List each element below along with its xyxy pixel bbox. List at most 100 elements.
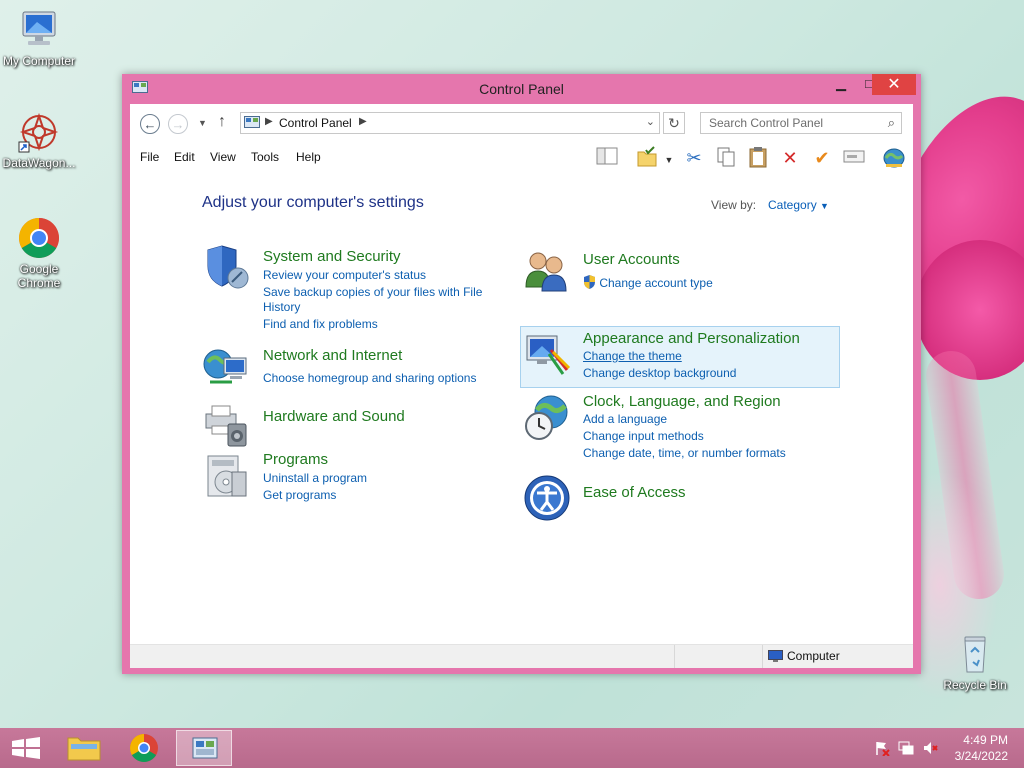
chevron-down-icon: ▼ [198,118,207,128]
desktop-icon-label: Google Chrome [17,262,61,290]
window-titlebar[interactable]: Control Panel ▁ □ ✕ [122,74,921,104]
clock-date: 3/24/2022 [954,749,1008,763]
category-appearance-and-personalization[interactable]: Appearance and Personalization [583,330,800,347]
address-dropdown-icon[interactable]: ⌄ [646,115,655,128]
breadcrumb-separator-icon[interactable]: ▶ [265,116,273,127]
taskbar-chrome[interactable] [116,730,172,766]
up-button[interactable]: ↑ [218,113,226,131]
menu-file[interactable]: File [140,150,159,164]
breadcrumb-separator-icon[interactable]: ▶ [359,116,367,127]
page-heading: Adjust your computer's settings [202,194,424,211]
category-programs[interactable]: Programs [263,451,328,468]
link-homegroup-sharing[interactable]: Choose homegroup and sharing options [263,371,476,385]
taskbar: 4:49 PM 3/24/2022 [0,728,1024,768]
minimize-icon: ▁ [836,76,846,91]
shield-icon[interactable] [202,244,250,292]
recent-locations-dropdown[interactable]: ▼ [198,118,207,128]
view-by-dropdown[interactable]: Category ▼ [768,198,829,212]
search-icon: ⌕ [887,115,895,130]
cut-button[interactable]: ✂ [682,146,706,170]
delete-x-icon: ✕ [782,148,798,168]
category-network-and-internet[interactable]: Network and Internet [263,347,402,364]
copy-button[interactable] [714,146,738,170]
rename-button[interactable] [842,146,866,170]
desktop-icon-my-computer[interactable]: My Computer [0,8,78,68]
category-ease-of-access[interactable]: Ease of Access [583,484,686,501]
clock-globe-icon[interactable] [523,394,571,442]
globe-toolbar-button[interactable] [882,146,906,170]
start-button[interactable] [0,730,56,766]
paste-button[interactable] [746,146,770,170]
chevron-down-icon: ▼ [664,155,674,165]
datawagon-icon [17,110,61,154]
link-change-date-time-formats[interactable]: Change date, time, or number formats [583,446,786,460]
category-user-accounts[interactable]: User Accounts [583,251,680,268]
desktop-icon-google-chrome[interactable]: Google Chrome [0,216,78,290]
taskbar-file-explorer[interactable] [56,730,112,766]
close-button[interactable]: ✕ [872,74,916,95]
volume-muted-icon[interactable] [922,740,938,756]
my-computer-icon [17,8,61,52]
link-change-theme[interactable]: Change the theme [583,349,682,363]
menu-view[interactable]: View [210,150,236,164]
link-change-input-methods[interactable]: Change input methods [583,429,704,443]
menu-edit[interactable]: Edit [174,150,195,164]
refresh-button[interactable]: ↻ [663,112,685,134]
network-icon[interactable] [202,344,250,392]
link-change-account-type-label: Change account type [599,276,713,290]
control-panel-window: Control Panel ▁ □ ✕ ← → ▼ ↑ ▶ Control Pa… [122,74,921,674]
folder-options-dropdown[interactable]: ▼ [657,148,681,172]
folder-check-icon [637,146,657,167]
preview-pane-icon [596,147,618,165]
address-row: ← → ▼ ↑ ▶ Control Panel ▶ ⌄ ↻ Search Con… [130,104,913,142]
ease-of-access-icon[interactable] [523,474,571,522]
link-find-fix-problems[interactable]: Find and fix problems [263,317,378,331]
folder-icon [67,737,101,761]
network-status-icon[interactable] [898,740,914,756]
status-divider [762,645,763,668]
action-center-flag-icon[interactable] [874,740,890,757]
content-area: Adjust your computer's settings View by:… [130,172,913,642]
taskbar-control-panel[interactable] [176,730,232,766]
forward-button[interactable]: → [168,114,188,134]
programs-icon[interactable] [202,452,250,500]
chevron-down-icon: ▼ [820,201,829,211]
link-uninstall-program[interactable]: Uninstall a program [263,471,367,485]
search-placeholder: Search Control Panel [709,116,824,130]
desktop-icon-label: DataWagon... [2,156,76,170]
category-system-and-security[interactable]: System and Security [263,248,401,265]
link-change-desktop-background[interactable]: Change desktop background [583,366,736,380]
desktop-icon-label: Recycle Bin [943,678,1007,692]
menu-tools[interactable]: Tools [251,150,279,164]
link-get-programs[interactable]: Get programs [263,488,336,502]
status-divider [674,645,675,668]
address-bar[interactable]: ▶ Control Panel ▶ ⌄ [240,112,660,134]
menu-help[interactable]: Help [296,150,321,164]
checkmark-icon: ✔ [814,148,830,168]
printer-speaker-icon[interactable] [202,400,250,448]
search-input[interactable]: Search Control Panel ⌕ [700,112,902,134]
category-hardware-and-sound[interactable]: Hardware and Sound [263,408,405,425]
folder-options-button[interactable] [635,146,659,170]
preview-pane-button[interactable] [595,146,619,170]
forward-arrow-icon: → [171,117,185,132]
properties-button[interactable]: ✔ [810,146,834,170]
copy-icon [717,147,735,167]
back-button[interactable]: ← [140,114,160,134]
desktop-icon-recycle-bin[interactable]: Recycle Bin [936,632,1014,692]
link-change-account-type[interactable]: Change account type [583,275,713,290]
link-review-status[interactable]: Review your computer's status [263,268,426,282]
link-save-backup[interactable]: Save backup copies of your files with Fi… [263,285,482,299]
delete-button[interactable]: ✕ [778,146,802,170]
desktop-icon-datawagon[interactable]: DataWagon... [0,110,78,170]
breadcrumb-control-panel[interactable]: Control Panel [279,116,352,130]
view-by-value: Category [768,198,817,212]
link-save-backup-history[interactable]: History [263,300,300,314]
user-accounts-icon[interactable] [523,247,571,295]
rename-icon [843,150,865,163]
minimize-button[interactable]: ▁ [827,74,855,95]
link-add-language[interactable]: Add a language [583,412,667,426]
appearance-icon[interactable] [523,330,571,378]
system-clock[interactable]: 4:49 PM 3/24/2022 [955,732,1008,764]
category-clock-language-region[interactable]: Clock, Language, and Region [583,393,781,410]
